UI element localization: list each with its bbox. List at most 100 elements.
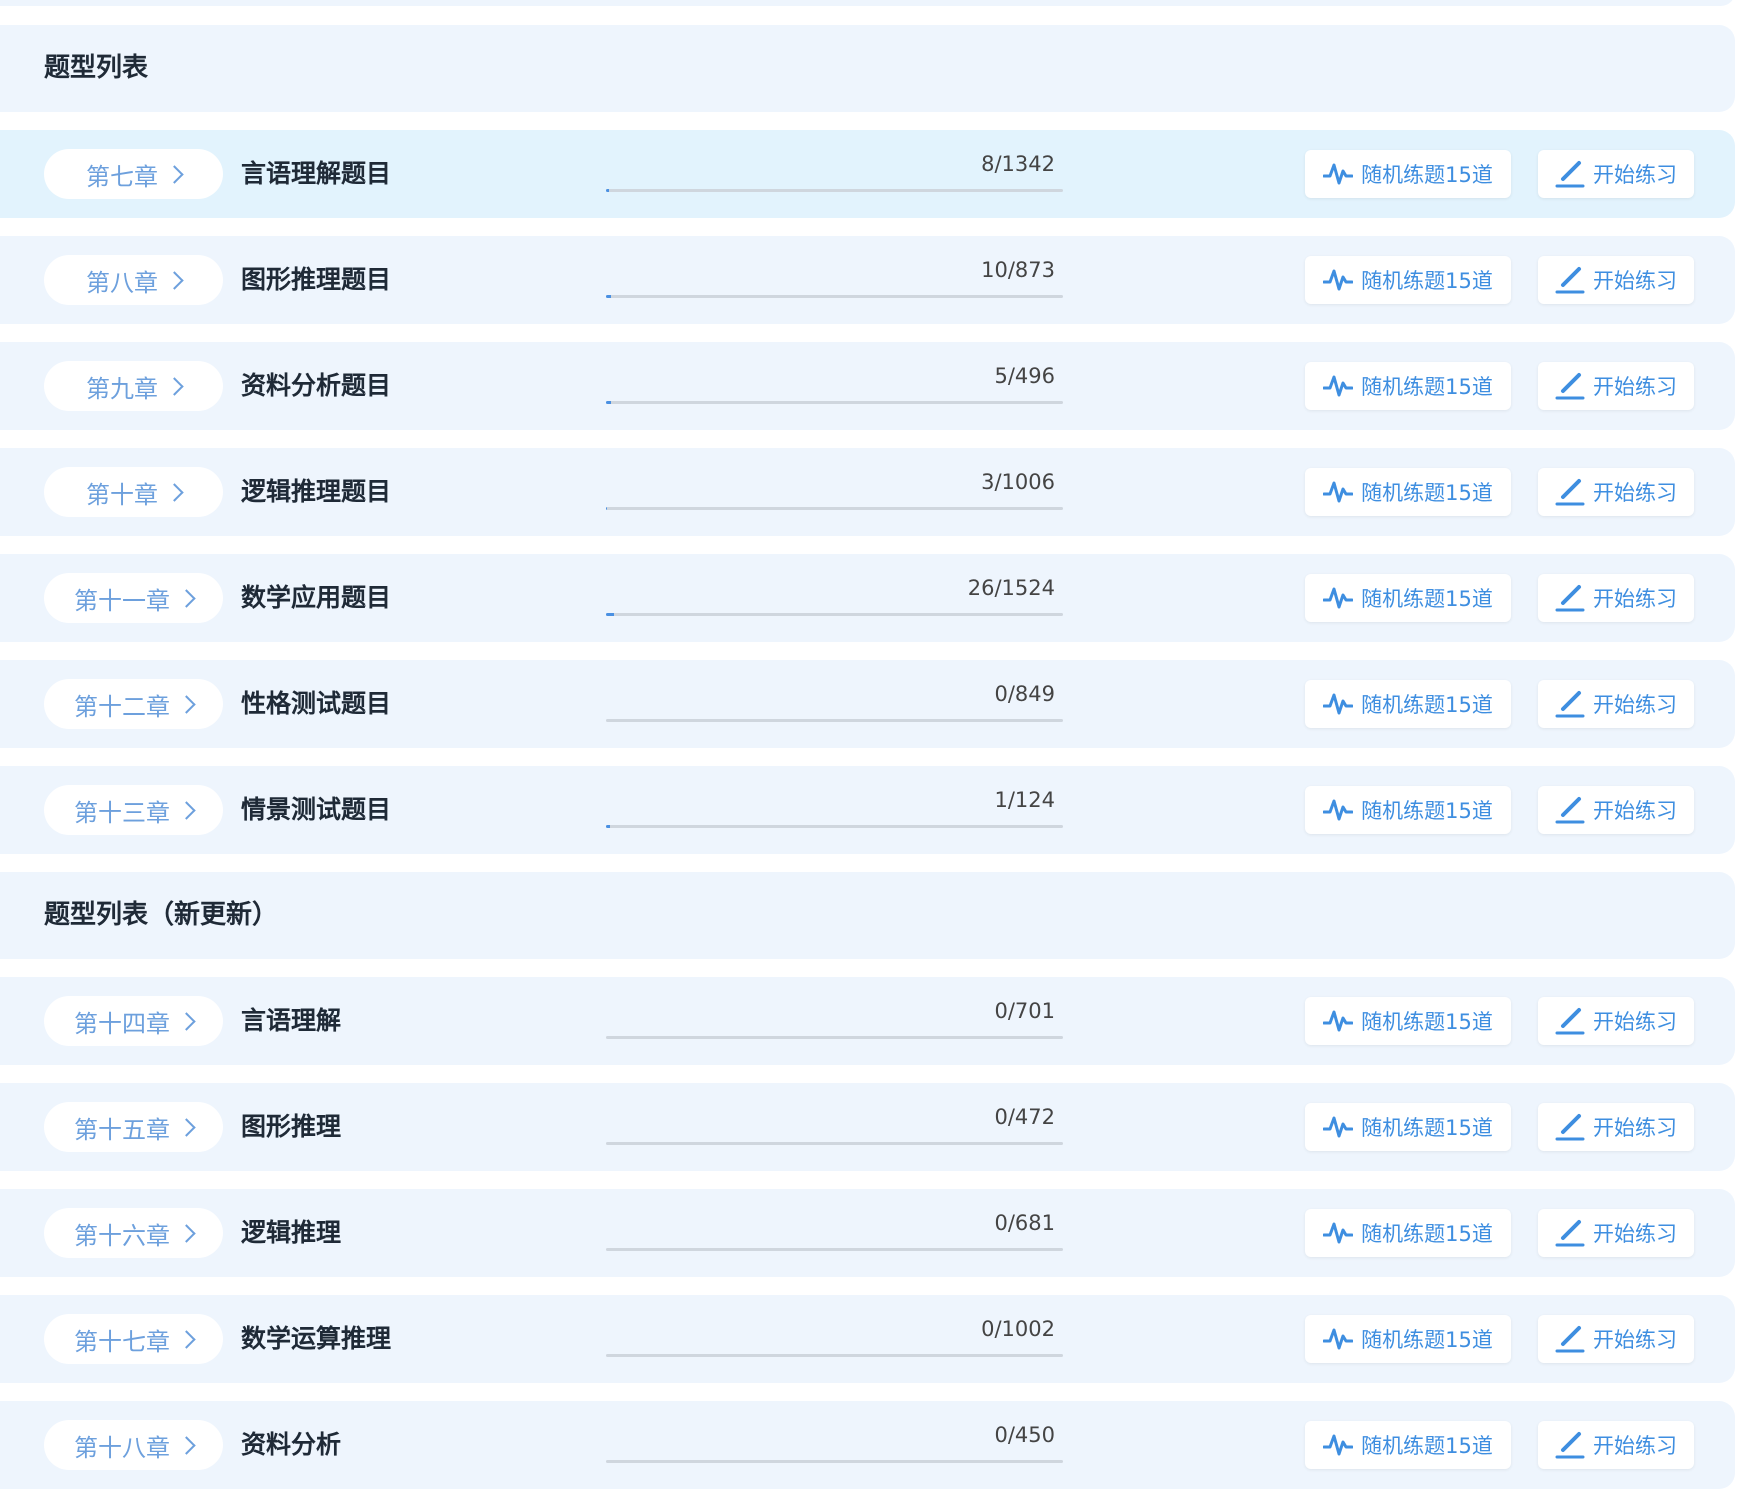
chevron-right-icon [165,270,184,290]
random-practice-button[interactable]: 随机练题15道 [1305,256,1511,304]
question-type-title: 资料分析题目 [241,371,392,400]
random-practice-label: 随机练题15道 [1361,481,1493,505]
chevron-right-icon [177,694,196,714]
pencil-icon [1555,1113,1585,1141]
start-practice-button[interactable]: 开始练习 [1538,1209,1694,1257]
chapter-link[interactable]: 第十二章 [44,679,223,729]
list-item: 第十四章 言语理解 0/701 随机练题15道 开始练习 [0,977,1735,1065]
chevron-right-icon [177,1329,196,1349]
random-practice-label: 随机练题15道 [1361,693,1493,717]
chapter-link[interactable]: 第十一章 [44,573,223,623]
random-practice-button[interactable]: 随机练题15道 [1305,680,1511,728]
progress-count: 26/1524 [967,576,1055,600]
start-practice-button[interactable]: 开始练习 [1538,1315,1694,1363]
pencil-icon [1555,372,1585,400]
pulse-icon [1323,479,1354,505]
pulse-icon [1323,161,1354,187]
random-practice-label: 随机练题15道 [1361,1328,1493,1352]
progress-bar [606,719,1063,722]
question-type-title: 图形推理 [241,1112,342,1141]
pencil-icon [1555,584,1585,612]
start-practice-button[interactable]: 开始练习 [1538,1421,1694,1469]
pulse-icon [1323,1326,1354,1352]
start-practice-label: 开始练习 [1593,1328,1677,1352]
progress-bar [606,1036,1063,1039]
random-practice-button[interactable]: 随机练题15道 [1305,1209,1511,1257]
progress-count: 8/1342 [981,152,1055,176]
start-practice-button[interactable]: 开始练习 [1538,574,1694,622]
random-practice-label: 随机练题15道 [1361,799,1493,823]
random-practice-button[interactable]: 随机练题15道 [1305,1421,1511,1469]
chevron-right-icon [165,376,184,396]
chapter-link[interactable]: 第十八章 [44,1420,223,1470]
progress-count: 0/472 [994,1105,1055,1129]
progress-bar [606,401,1063,404]
random-practice-label: 随机练题15道 [1361,1116,1493,1140]
start-practice-label: 开始练习 [1593,1116,1677,1140]
start-practice-button[interactable]: 开始练习 [1538,997,1694,1045]
progress-count: 10/873 [981,258,1055,282]
start-practice-button[interactable]: 开始练习 [1538,256,1694,304]
chapter-link[interactable]: 第八章 [44,255,223,305]
chapter-link[interactable]: 第九章 [44,361,223,411]
chevron-right-icon [177,588,196,608]
start-practice-button[interactable]: 开始练习 [1538,786,1694,834]
progress-fill [606,613,614,616]
pulse-icon [1323,1114,1354,1140]
chapter-label: 第八章 [86,268,158,297]
chapter-label: 第十七章 [74,1327,170,1356]
question-type-title: 数学应用题目 [241,583,392,612]
progress-bar [606,295,1063,298]
list-item: 第十章 逻辑推理题目 3/1006 随机练题15道 开始练习 [0,448,1735,536]
chevron-right-icon [177,1435,196,1455]
start-practice-button[interactable]: 开始练习 [1538,150,1694,198]
pulse-icon [1323,1432,1354,1458]
start-practice-button[interactable]: 开始练习 [1538,680,1694,728]
question-type-title: 言语理解题目 [241,159,392,188]
pencil-icon [1555,690,1585,718]
chevron-right-icon [177,1011,196,1031]
question-type-title: 情景测试题目 [241,795,392,824]
random-practice-button[interactable]: 随机练题15道 [1305,997,1511,1045]
list-item: 第十二章 性格测试题目 0/849 随机练题15道 开始练习 [0,660,1735,748]
chapter-link[interactable]: 第十六章 [44,1208,223,1258]
chapter-link[interactable]: 第十三章 [44,785,223,835]
chapter-link[interactable]: 第十四章 [44,996,223,1046]
question-type-title: 逻辑推理题目 [241,477,392,506]
start-practice-label: 开始练习 [1593,163,1677,187]
chapter-link[interactable]: 第十七章 [44,1314,223,1364]
start-practice-button[interactable]: 开始练习 [1538,1103,1694,1151]
progress-bar [606,1460,1063,1463]
pulse-icon [1323,373,1354,399]
random-practice-label: 随机练题15道 [1361,587,1493,611]
chevron-right-icon [177,800,196,820]
progress-bar [606,1142,1063,1145]
start-practice-button[interactable]: 开始练习 [1538,468,1694,516]
chevron-right-icon [165,482,184,502]
pulse-icon [1323,1220,1354,1246]
pencil-icon [1555,1219,1585,1247]
random-practice-button[interactable]: 随机练题15道 [1305,1103,1511,1151]
random-practice-button[interactable]: 随机练题15道 [1305,362,1511,410]
question-type-title: 数学运算推理 [241,1324,392,1353]
pulse-icon [1323,1008,1354,1034]
random-practice-button[interactable]: 随机练题15道 [1305,574,1511,622]
start-practice-button[interactable]: 开始练习 [1538,362,1694,410]
random-practice-button[interactable]: 随机练题15道 [1305,468,1511,516]
chapter-link[interactable]: 第十章 [44,467,223,517]
start-practice-label: 开始练习 [1593,1222,1677,1246]
start-practice-label: 开始练习 [1593,481,1677,505]
progress-fill [606,825,610,828]
random-practice-button[interactable]: 随机练题15道 [1305,150,1511,198]
pulse-icon [1323,691,1354,717]
random-practice-button[interactable]: 随机练题15道 [1305,786,1511,834]
pulse-icon [1323,585,1354,611]
chapter-link[interactable]: 第十五章 [44,1102,223,1152]
chapter-label: 第九章 [86,374,158,403]
question-type-title: 言语理解 [241,1006,342,1035]
random-practice-button[interactable]: 随机练题15道 [1305,1315,1511,1363]
progress-count: 0/681 [994,1211,1055,1235]
progress-bar [606,189,1063,192]
chapter-link[interactable]: 第七章 [44,149,223,199]
list-item: 第七章 言语理解题目 8/1342 随机练题15道 开始练习 [0,130,1735,218]
